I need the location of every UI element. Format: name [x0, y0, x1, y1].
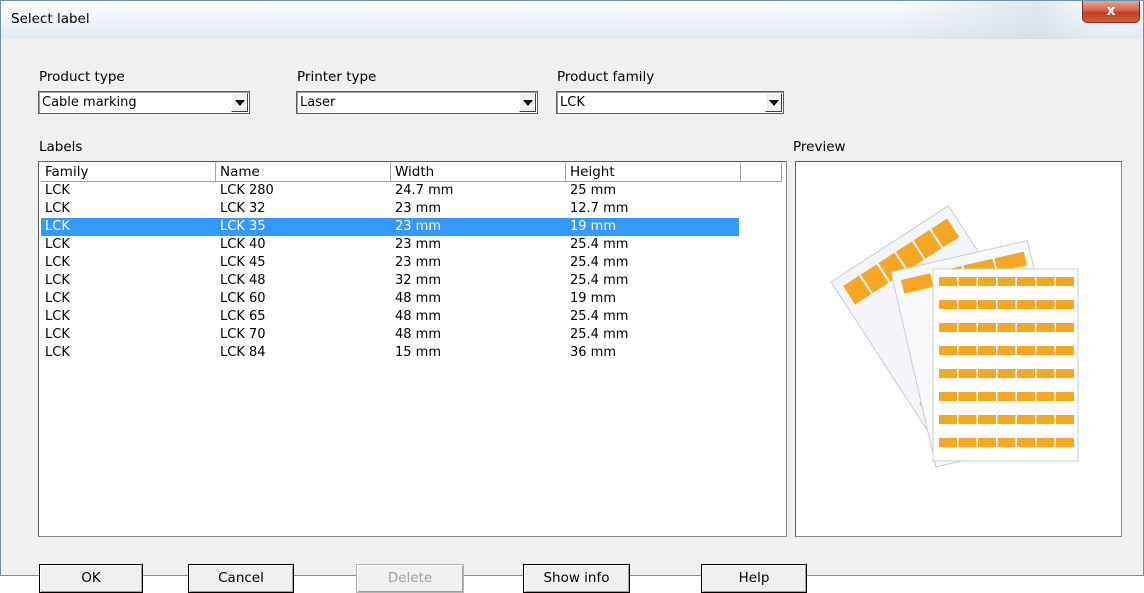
column-header-family[interactable]: Family	[41, 163, 216, 182]
printer-type-label: Printer type	[297, 69, 377, 85]
select-label-dialog: Select label x Product type Cable markin…	[0, 0, 1144, 593]
row-width-cell: 48 mm	[395, 309, 442, 324]
row-family-cell: LCK	[45, 255, 70, 270]
row-width-cell: 23 mm	[395, 219, 442, 234]
preview-sheet-front	[932, 268, 1079, 462]
row-height-cell: 25.4 mm	[570, 273, 629, 288]
product-family-label: Product family	[557, 69, 655, 85]
labels-list[interactable]: Family Name Width Height LCK LCK 280 24.7 …	[38, 161, 787, 537]
title-bar[interactable]: Select label	[1, 1, 1143, 39]
labels-list-header: Family Name Width Height	[41, 163, 784, 182]
window-title: Select label	[11, 11, 90, 27]
row-width-cell: 23 mm	[395, 255, 442, 270]
table-row[interactable]: LCK LCK 84 15 mm 36 mm	[41, 344, 739, 362]
column-header-name[interactable]: Name	[216, 163, 391, 182]
table-row[interactable]: LCK LCK 65 48 mm 25.4 mm	[41, 308, 739, 326]
cancel-button[interactable]: Cancel	[188, 564, 294, 593]
row-name-cell: LCK 35	[220, 219, 266, 234]
column-header-width[interactable]: Width	[391, 163, 566, 182]
row-height-cell: 12.7 mm	[570, 201, 629, 216]
product-type-label: Product type	[39, 69, 125, 85]
table-row[interactable]: LCK LCK 60 48 mm 19 mm	[41, 290, 739, 308]
ok-button[interactable]: OK	[39, 564, 143, 593]
row-width-cell: 15 mm	[395, 345, 442, 360]
column-header-filler	[741, 163, 782, 182]
row-width-cell: 32 mm	[395, 273, 442, 288]
labels-section-title: Labels	[39, 139, 83, 155]
row-family-cell: LCK	[45, 291, 70, 306]
printer-type-value: Laser	[300, 95, 336, 110]
row-height-cell: 25 mm	[570, 183, 617, 198]
row-name-cell: LCK 40	[220, 237, 266, 252]
column-header-height[interactable]: Height	[566, 163, 741, 182]
row-height-cell: 25.4 mm	[570, 237, 629, 252]
row-name-cell: LCK 45	[220, 255, 266, 270]
row-family-cell: LCK	[45, 345, 70, 360]
product-family-value: LCK	[560, 95, 585, 110]
delete-button[interactable]: Delete	[356, 564, 464, 593]
row-name-cell: LCK 70	[220, 327, 266, 342]
close-icon[interactable]: x	[1082, 1, 1140, 23]
row-family-cell: LCK	[45, 219, 70, 234]
row-family-cell: LCK	[45, 327, 70, 342]
row-name-cell: LCK 280	[220, 183, 274, 198]
show-info-button[interactable]: Show info	[523, 564, 630, 593]
chevron-down-icon[interactable]	[519, 93, 536, 112]
product-family-dropdown[interactable]: LCK	[556, 91, 784, 114]
product-type-dropdown[interactable]: Cable marking	[38, 91, 250, 114]
row-width-cell: 24.7 mm	[395, 183, 454, 198]
row-name-cell: LCK 32	[220, 201, 266, 216]
table-row[interactable]: LCK LCK 40 23 mm 25.4 mm	[41, 236, 739, 254]
table-row[interactable]: LCK LCK 70 48 mm 25.4 mm	[41, 326, 739, 344]
printer-type-dropdown[interactable]: Laser	[296, 91, 538, 114]
preview-section-title: Preview	[793, 139, 846, 155]
row-width-cell: 23 mm	[395, 201, 442, 216]
help-button[interactable]: Help	[701, 564, 807, 593]
row-height-cell: 25.4 mm	[570, 309, 629, 324]
row-name-cell: LCK 84	[220, 345, 266, 360]
row-family-cell: LCK	[45, 201, 70, 216]
dialog-body: Product type Cable marking Printer type …	[10, 39, 1134, 593]
label-sheets-preview-image	[830, 205, 1079, 468]
row-height-cell: 19 mm	[570, 291, 617, 306]
table-row[interactable]: LCK LCK 48 32 mm 25.4 mm	[41, 272, 739, 290]
row-width-cell: 23 mm	[395, 237, 442, 252]
row-name-cell: LCK 65	[220, 309, 266, 324]
row-width-cell: 48 mm	[395, 291, 442, 306]
row-width-cell: 48 mm	[395, 327, 442, 342]
row-name-cell: LCK 48	[220, 273, 266, 288]
preview-panel	[795, 161, 1122, 537]
chevron-down-icon[interactable]	[231, 93, 248, 112]
chevron-down-icon[interactable]	[765, 93, 782, 112]
row-family-cell: LCK	[45, 183, 70, 198]
table-row[interactable]: LCK LCK 280 24.7 mm 25 mm	[41, 182, 739, 200]
row-height-cell: 19 mm	[570, 219, 617, 234]
table-row[interactable]: LCK LCK 35 23 mm 19 mm	[41, 218, 739, 236]
table-row[interactable]: LCK LCK 45 23 mm 25.4 mm	[41, 254, 739, 272]
row-height-cell: 25.4 mm	[570, 327, 629, 342]
row-name-cell: LCK 60	[220, 291, 266, 306]
row-family-cell: LCK	[45, 273, 70, 288]
row-height-cell: 25.4 mm	[570, 255, 629, 270]
row-family-cell: LCK	[45, 237, 70, 252]
product-type-value: Cable marking	[42, 95, 137, 110]
row-height-cell: 36 mm	[570, 345, 617, 360]
table-row[interactable]: LCK LCK 32 23 mm 12.7 mm	[41, 200, 739, 218]
row-family-cell: LCK	[45, 309, 70, 324]
